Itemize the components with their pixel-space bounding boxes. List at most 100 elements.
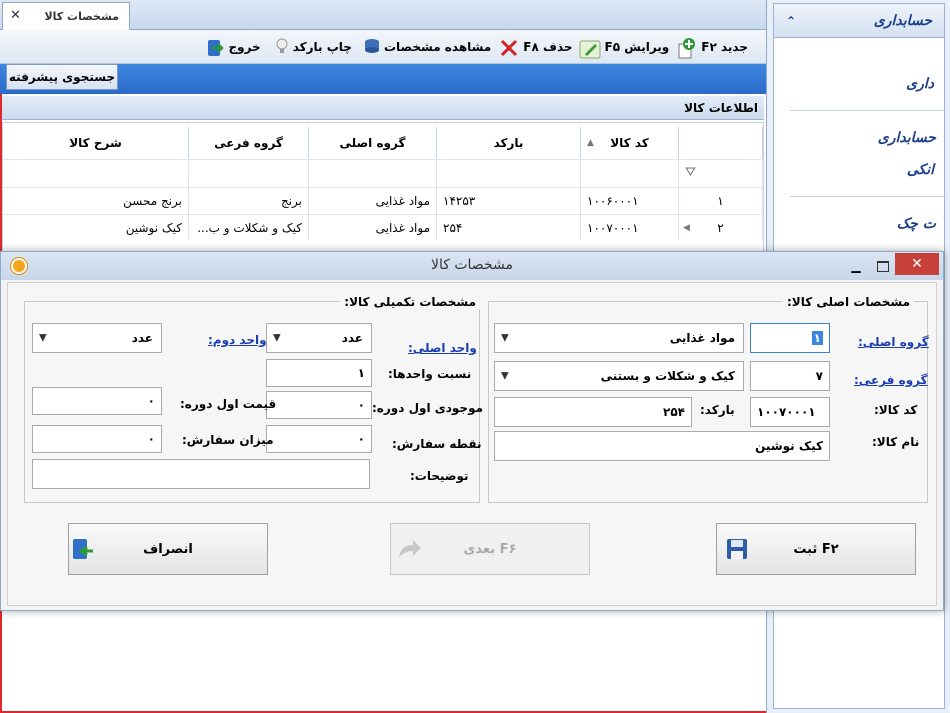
- print-barcode-label: چاپ بارکد: [292, 39, 352, 54]
- sidebar-item-cheque[interactable]: ت چک: [897, 216, 936, 232]
- minimize-button[interactable]: ▁: [843, 256, 869, 276]
- row-number-value: ۲: [717, 221, 724, 235]
- exit-door-icon: [71, 537, 95, 561]
- chevron-down-icon: ▼: [273, 332, 281, 344]
- filter-cell[interactable]: [437, 159, 581, 187]
- name-input[interactable]: کیک نوشین: [494, 431, 830, 461]
- sidebar-item-bank[interactable]: انکی: [907, 162, 934, 178]
- unit-second-select[interactable]: عدد ▼: [32, 323, 162, 353]
- unit-ratio-label: نسبت واحدها:: [388, 367, 472, 381]
- reorder-point-label: نقطه سفارش:: [392, 437, 482, 451]
- panel-title: اطلاعات کالا: [2, 96, 764, 120]
- code-input[interactable]: ۱۰۰۷۰۰۰۱: [750, 397, 830, 427]
- tab-label: مشخصات کالا: [44, 10, 119, 23]
- main-group-code-value: ۱: [811, 331, 823, 345]
- main-group-code-input[interactable]: ۱: [750, 323, 830, 353]
- column-header-description[interactable]: شرح کالا: [3, 127, 189, 159]
- sub-group-select[interactable]: کیک و شکلات و بستنی ▼: [494, 361, 744, 391]
- chevron-up-icon[interactable]: ⌃: [786, 4, 796, 38]
- cell-code: ۱۰۰۶۰۰۰۱: [581, 187, 679, 214]
- delete-button[interactable]: حذف F۸: [501, 38, 573, 56]
- filter-cell[interactable]: ⛛: [679, 159, 763, 187]
- forward-arrow-icon: [397, 537, 421, 561]
- order-qty-input[interactable]: ۰: [32, 425, 162, 453]
- add-document-icon: [678, 37, 697, 58]
- exit-button-label: خروج: [228, 39, 261, 54]
- notes-label: توضیحات:: [410, 469, 469, 483]
- tab-strip: ✕ مشخصات کالا: [0, 0, 766, 30]
- cancel-button[interactable]: انصراف: [68, 523, 268, 575]
- barcode-input[interactable]: ۲۵۴: [494, 397, 692, 427]
- print-barcode-button[interactable]: چاپ بارکد: [271, 38, 352, 56]
- cell-sub-group: برنج: [189, 187, 309, 214]
- cell-description: کیک نوشین: [3, 214, 189, 241]
- delete-x-icon: [501, 38, 519, 56]
- cell-code: ۱۰۰۷۰۰۰۱: [581, 214, 679, 241]
- sort-icon: ▲: [587, 138, 594, 148]
- cell-main-group: مواد غذایی: [309, 214, 437, 241]
- divider: [790, 196, 946, 197]
- tab-item-product-spec[interactable]: ✕ مشخصات کالا: [2, 2, 130, 30]
- row-pointer-icon: ◀: [683, 223, 690, 233]
- cell-barcode: ۲۵۴: [437, 214, 581, 241]
- lightbulb-icon: [271, 38, 289, 56]
- save-button[interactable]: ثبت F۲: [716, 523, 916, 575]
- product-dialog: مشخصات کالا ▁ ✕ مشخصات اصلی کالا: مشخصات…: [0, 251, 944, 611]
- column-header-main-group[interactable]: گروه اصلی: [309, 127, 437, 159]
- opening-price-input[interactable]: ۰: [32, 387, 162, 415]
- exit-button[interactable]: خروج: [206, 38, 261, 56]
- close-button[interactable]: ✕: [895, 253, 939, 275]
- unit-main-select[interactable]: عدد ▼: [266, 323, 372, 353]
- unit-second-value: عدد: [131, 331, 153, 345]
- column-header-barcode[interactable]: بارکد: [437, 127, 581, 159]
- sidebar-item-accounting-2[interactable]: حسابداری: [878, 130, 936, 146]
- sidebar-header-label: حسابداری: [873, 13, 932, 29]
- product-grid: کد کالا ▲ بارکد گروه اصلی گروه فرعی شرح …: [2, 122, 764, 252]
- filter-cell[interactable]: [189, 159, 309, 187]
- reorder-point-input[interactable]: ۰: [266, 425, 372, 453]
- new-button[interactable]: جدید F۲: [678, 37, 748, 58]
- next-button-label: بعدی F۶: [463, 541, 517, 557]
- unit-main-value: عدد: [341, 331, 363, 345]
- toolbar: جدید F۲ ویرایش F۵ حذف F۸ مشاهده مشخصات چ…: [0, 30, 766, 64]
- dialog-titlebar[interactable]: مشخصات کالا ▁ ✕: [1, 252, 943, 280]
- sub-group-code-input[interactable]: ۷: [750, 361, 830, 391]
- maximize-button[interactable]: [869, 256, 895, 276]
- main-group-select[interactable]: مواد غذایی ▼: [494, 323, 744, 353]
- opening-stock-input[interactable]: ۰: [266, 391, 372, 419]
- close-icon[interactable]: ✕: [10, 8, 21, 23]
- main-group-label[interactable]: گروه اصلی:: [858, 335, 929, 349]
- view-details-button[interactable]: مشاهده مشخصات: [362, 38, 491, 56]
- chevron-down-icon: ▼: [501, 370, 509, 382]
- edit-button[interactable]: ویرایش F۵: [579, 38, 670, 58]
- sub-group-label[interactable]: گروه فرعی:: [854, 373, 928, 387]
- column-header-code[interactable]: کد کالا ▲: [581, 127, 679, 159]
- pencil-icon: [579, 38, 601, 58]
- unit-ratio-input[interactable]: ۱: [266, 359, 372, 387]
- filter-cell[interactable]: [581, 159, 679, 187]
- next-button[interactable]: بعدی F۶: [390, 523, 590, 575]
- column-header-sub-group[interactable]: گروه فرعی: [189, 127, 309, 159]
- chevron-down-icon: ▼: [501, 332, 509, 344]
- unit-main-label[interactable]: واحد اصلی:: [408, 341, 477, 355]
- filter-cell[interactable]: [309, 159, 437, 187]
- sidebar-header[interactable]: حسابداری ⌃: [774, 4, 944, 38]
- unit-second-label[interactable]: واحد دوم:: [208, 333, 267, 347]
- filter-icon[interactable]: ⛛: [685, 165, 696, 180]
- exit-door-icon: [206, 38, 225, 56]
- filter-cell[interactable]: [3, 159, 189, 187]
- order-qty-label: میزان سفارش:: [182, 433, 274, 447]
- divider: [790, 110, 946, 111]
- advanced-search-button[interactable]: جستجوی پیشرفته: [6, 64, 118, 90]
- notes-input[interactable]: [32, 459, 370, 489]
- code-label: کد کالا:: [874, 403, 918, 417]
- sidebar-item-accounting[interactable]: داری: [906, 76, 934, 92]
- row-number-header: [679, 127, 763, 159]
- main-specs-title: مشخصات اصلی کالا:: [783, 295, 914, 309]
- opening-price-label: قیمت اول دوره:: [180, 397, 277, 411]
- edit-button-label: ویرایش F۵: [604, 39, 670, 54]
- cell-sub-group: کیک و شکلات و ب...: [189, 214, 309, 241]
- save-button-label: ثبت F۲: [793, 541, 839, 557]
- dialog-title: مشخصات کالا: [431, 257, 513, 273]
- cell-barcode: ۱۴۲۵۳: [437, 187, 581, 214]
